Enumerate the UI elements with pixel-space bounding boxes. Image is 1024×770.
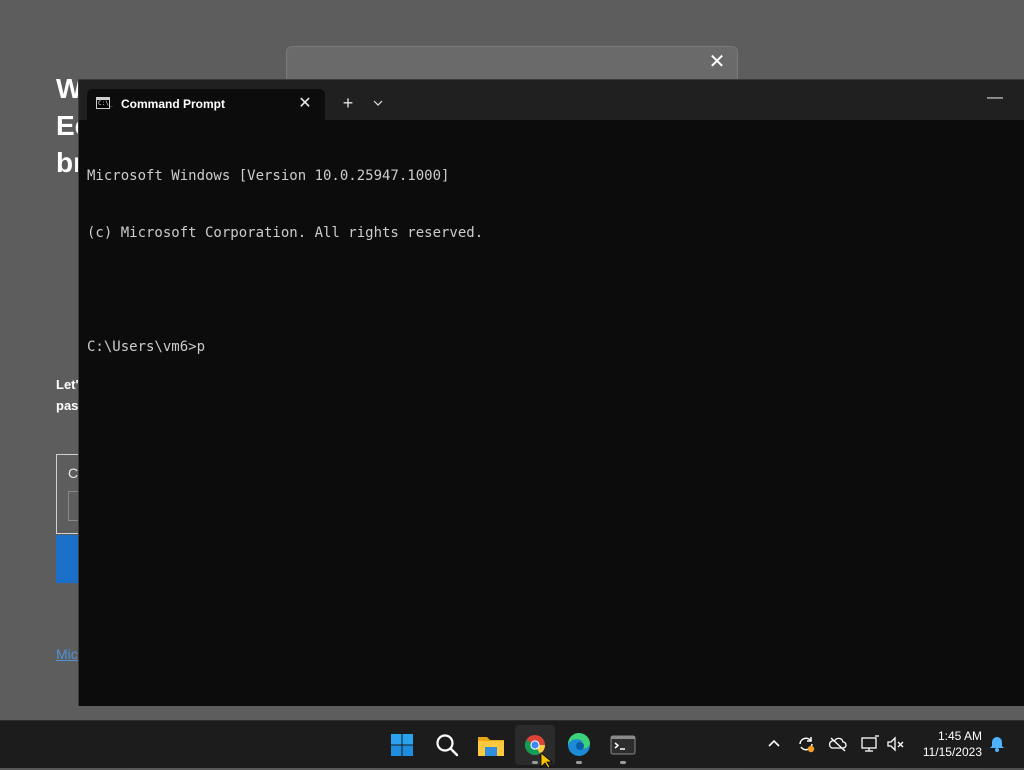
chevron-down-icon [373, 100, 383, 106]
network-icon [861, 735, 879, 752]
notifications-button[interactable] [986, 733, 1008, 755]
volume-muted-icon [887, 736, 904, 752]
onedrive-button[interactable] [827, 733, 849, 755]
terminal-icon [610, 735, 636, 755]
tab-title: Command Prompt [121, 97, 226, 111]
console-line: (c) Microsoft Corporation. All rights re… [87, 225, 484, 241]
chevron-up-icon [768, 739, 780, 747]
tab-close-button[interactable]: ✕ [295, 93, 315, 115]
edge-icon [567, 732, 590, 756]
terminal-window: C:\_ Command Prompt ✕ + — Microsoft Wind… [78, 79, 1024, 706]
mouse-cursor-icon [540, 752, 554, 768]
primary-button[interactable] [56, 535, 80, 583]
sign-in-box-label: C [68, 465, 79, 481]
microsoft-link[interactable]: Mic [56, 646, 78, 662]
taskbar [0, 720, 1024, 768]
notification-bell-icon [990, 737, 1004, 752]
new-tab-button[interactable]: + [337, 92, 359, 114]
terminal-titlebar[interactable]: C:\_ Command Prompt ✕ + — [79, 80, 1024, 120]
show-hidden-icons-button[interactable] [763, 733, 785, 755]
search-icon [436, 734, 459, 757]
sync-icon [799, 737, 815, 753]
command-prompt-icon: C:\_ [96, 97, 112, 109]
folder-icon [478, 737, 504, 756]
tab-command-prompt[interactable]: C:\_ Command Prompt ✕ [87, 89, 325, 120]
console-output[interactable]: Microsoft Windows [Version 10.0.25947.10… [87, 129, 1016, 395]
volume-button[interactable] [885, 733, 907, 755]
clock-time[interactable]: 1:45 AM [918, 729, 982, 743]
running-indicator [532, 761, 538, 764]
cloud-off-icon [828, 737, 847, 752]
windows-logo-icon [391, 734, 413, 756]
tab-dropdown-button[interactable] [367, 92, 389, 114]
background-dialog: ✕ [286, 46, 738, 80]
start-button[interactable] [382, 725, 422, 765]
sync-status-button[interactable] [795, 733, 817, 755]
desktop: W Ec br Let' pas C Mic ✕ C:\_ Command Pr… [0, 0, 1024, 720]
console-line: Microsoft Windows [Version 10.0.25947.10… [87, 168, 450, 184]
terminal-button[interactable] [603, 725, 643, 765]
running-indicator [576, 761, 582, 764]
minimize-button[interactable]: — [980, 88, 1010, 112]
welcome-body-text: Let' pas [56, 377, 78, 413]
clock-date[interactable]: 11/15/2023 [910, 745, 982, 759]
file-explorer-button[interactable] [471, 725, 511, 765]
dialog-close-button[interactable]: ✕ [705, 51, 729, 75]
running-indicator [620, 761, 626, 764]
network-button[interactable] [859, 733, 881, 755]
edge-button[interactable] [559, 725, 599, 765]
search-button[interactable] [427, 725, 467, 765]
console-prompt-line[interactable]: C:\Users\vm6>p [87, 338, 1016, 357]
